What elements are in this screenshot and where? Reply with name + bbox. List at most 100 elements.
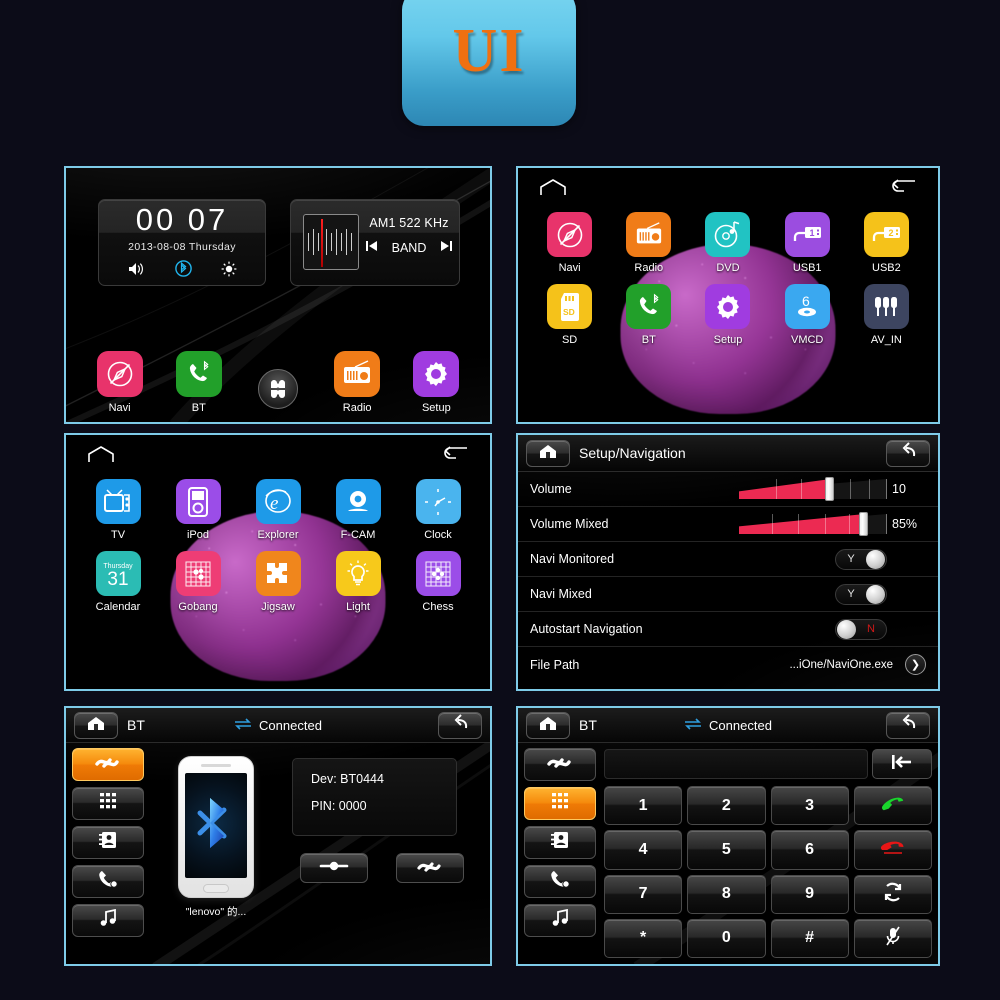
app-navi[interactable]: Navi — [532, 212, 608, 274]
key-4[interactable]: 4 — [604, 830, 683, 870]
home-outline-icon[interactable] — [540, 178, 566, 201]
rail-button-call-history[interactable] — [72, 865, 144, 898]
app-radio[interactable]: Radio — [611, 212, 687, 274]
key-0[interactable]: 0 — [687, 918, 766, 958]
app-setup[interactable]: Setup — [690, 284, 766, 346]
clock-widget[interactable]: 00 07 2013-08-08 Thursday — [98, 199, 266, 286]
home-screen-panel: 00 07 2013-08-08 Thursday AM1 522 KHz BA… — [64, 166, 492, 424]
volume-icon[interactable] — [128, 262, 146, 276]
rail-button-pair[interactable] — [524, 748, 596, 781]
key-6[interactable]: 6 — [770, 830, 849, 870]
key-1[interactable]: 1 — [604, 786, 683, 826]
app-jigsaw[interactable]: Jigsaw — [240, 551, 316, 613]
chevron-right-icon[interactable]: ❯ — [905, 654, 926, 675]
dock-item-navi[interactable]: Navi — [89, 351, 151, 414]
mic-mute-button[interactable] — [853, 918, 932, 958]
rail-button-dialpad[interactable] — [72, 787, 144, 820]
pair-button[interactable] — [396, 853, 464, 883]
call-end-button[interactable] — [853, 830, 932, 870]
next-icon[interactable] — [440, 240, 453, 255]
call-answer-button[interactable] — [853, 786, 932, 826]
back-button[interactable] — [438, 711, 482, 739]
app-usb2[interactable]: 2 USB2 — [848, 212, 924, 274]
dial-number-input[interactable] — [604, 749, 868, 779]
app-sd[interactable]: SD SD — [532, 284, 608, 346]
setting-row-autostart-navigation[interactable]: Autostart Navigation N — [518, 612, 938, 647]
toggle-state-label: Y — [847, 587, 855, 600]
setting-row-file-path[interactable]: File Path ...iOne/NaviOne.exe ❯ — [518, 647, 938, 682]
back-arrow-icon[interactable] — [890, 178, 916, 201]
rail-button-music[interactable] — [524, 904, 596, 937]
apps-page-1-screen: Navi Radio DVD 1 USB1 2 USB2 SD SD BT Se… — [518, 168, 938, 422]
navi-mixed-toggle[interactable]: Y — [835, 583, 887, 605]
app-label: Jigsaw — [261, 601, 295, 613]
home-outline-icon[interactable] — [88, 445, 114, 468]
key-5[interactable]: 5 — [687, 830, 766, 870]
svg-text:SD: SD — [563, 307, 575, 317]
prev-icon[interactable] — [365, 240, 378, 255]
app-explorer[interactable]: e Explorer — [240, 479, 316, 541]
app-gobang[interactable]: Gobang — [160, 551, 236, 613]
rail-button-contacts[interactable] — [524, 826, 596, 859]
bluetooth-icon[interactable] — [174, 260, 192, 277]
app-av-in[interactable]: AV_IN — [848, 284, 924, 346]
rail-button-call-history[interactable] — [524, 865, 596, 898]
app-f-cam[interactable]: F-CAM — [320, 479, 396, 541]
app-dvd[interactable]: DVD — [690, 212, 766, 274]
transfer-audio-button[interactable] — [853, 874, 932, 914]
key-star[interactable]: * — [604, 918, 683, 958]
device-id: Dev: BT0444 — [311, 772, 384, 786]
brightness-icon[interactable] — [221, 261, 237, 277]
rail-button-pair[interactable] — [72, 748, 144, 781]
svg-text:2: 2 — [889, 228, 894, 238]
back-arrow-icon[interactable] — [442, 445, 468, 468]
autostart-navigation-toggle[interactable]: N — [835, 618, 887, 640]
home-button[interactable] — [526, 711, 570, 739]
dock-item-radio[interactable]: Radio — [326, 351, 388, 414]
dock-item-setup[interactable]: Setup — [405, 351, 467, 414]
navi-monitored-toggle[interactable]: Y — [835, 548, 887, 570]
contacts-icon — [98, 831, 118, 854]
app-label: SD — [561, 334, 578, 346]
disconnect-button[interactable] — [300, 853, 368, 883]
app-light[interactable]: Light — [320, 551, 396, 613]
app-bt[interactable]: BT — [611, 284, 687, 346]
radio-widget[interactable]: AM1 522 KHz BAND — [290, 199, 460, 286]
back-button[interactable] — [886, 439, 930, 467]
home-icon — [87, 715, 105, 736]
setting-label: File Path — [530, 657, 580, 672]
toggle-state-label: Y — [847, 552, 855, 565]
setting-row-volume-mixed[interactable]: Volume Mixed 85% — [518, 507, 938, 542]
key-7[interactable]: 7 — [604, 874, 683, 914]
phone-illustration — [178, 756, 254, 898]
app-chess[interactable]: Chess — [400, 551, 476, 613]
setting-row-volume[interactable]: Volume 10 — [518, 472, 938, 507]
volume-mixed-slider[interactable] — [739, 512, 887, 536]
setting-row-navi-monitored[interactable]: Navi Monitored Y — [518, 542, 938, 577]
home-button[interactable] — [526, 439, 570, 467]
dock-item-bt[interactable]: BT — [168, 351, 230, 414]
app-vmcd[interactable]: 6 VMCD — [769, 284, 845, 346]
rail-button-dialpad[interactable] — [524, 787, 596, 820]
app-ipod[interactable]: iPod — [160, 479, 236, 541]
key-2[interactable]: 2 — [687, 786, 766, 826]
band-label[interactable]: BAND — [392, 241, 427, 255]
rail-button-contacts[interactable] — [72, 826, 144, 859]
app-clock[interactable]: Clock — [400, 479, 476, 541]
setting-row-navi-mixed[interactable]: Navi Mixed Y — [518, 577, 938, 612]
app-usb1[interactable]: 1 USB1 — [769, 212, 845, 274]
volume-slider[interactable] — [739, 477, 887, 501]
bt-device-panel: BT Connected "lenovo" 的... Dev: BT0444 P… — [64, 706, 492, 966]
rail-button-music[interactable] — [72, 904, 144, 937]
key-hash[interactable]: # — [770, 918, 849, 958]
app-calendar[interactable]: Thursday 31 Calendar — [80, 551, 156, 613]
setup-rows: Volume 10 Volume Mixed 85% Navi Monitore… — [518, 472, 938, 689]
key-8[interactable]: 8 — [687, 874, 766, 914]
dock-item-all-apps[interactable] — [247, 369, 309, 414]
app-tv[interactable]: TV — [80, 479, 156, 541]
home-button[interactable] — [74, 711, 118, 739]
key-3[interactable]: 3 — [770, 786, 849, 826]
backspace-button[interactable] — [872, 749, 932, 779]
back-button[interactable] — [886, 711, 930, 739]
key-9[interactable]: 9 — [770, 874, 849, 914]
